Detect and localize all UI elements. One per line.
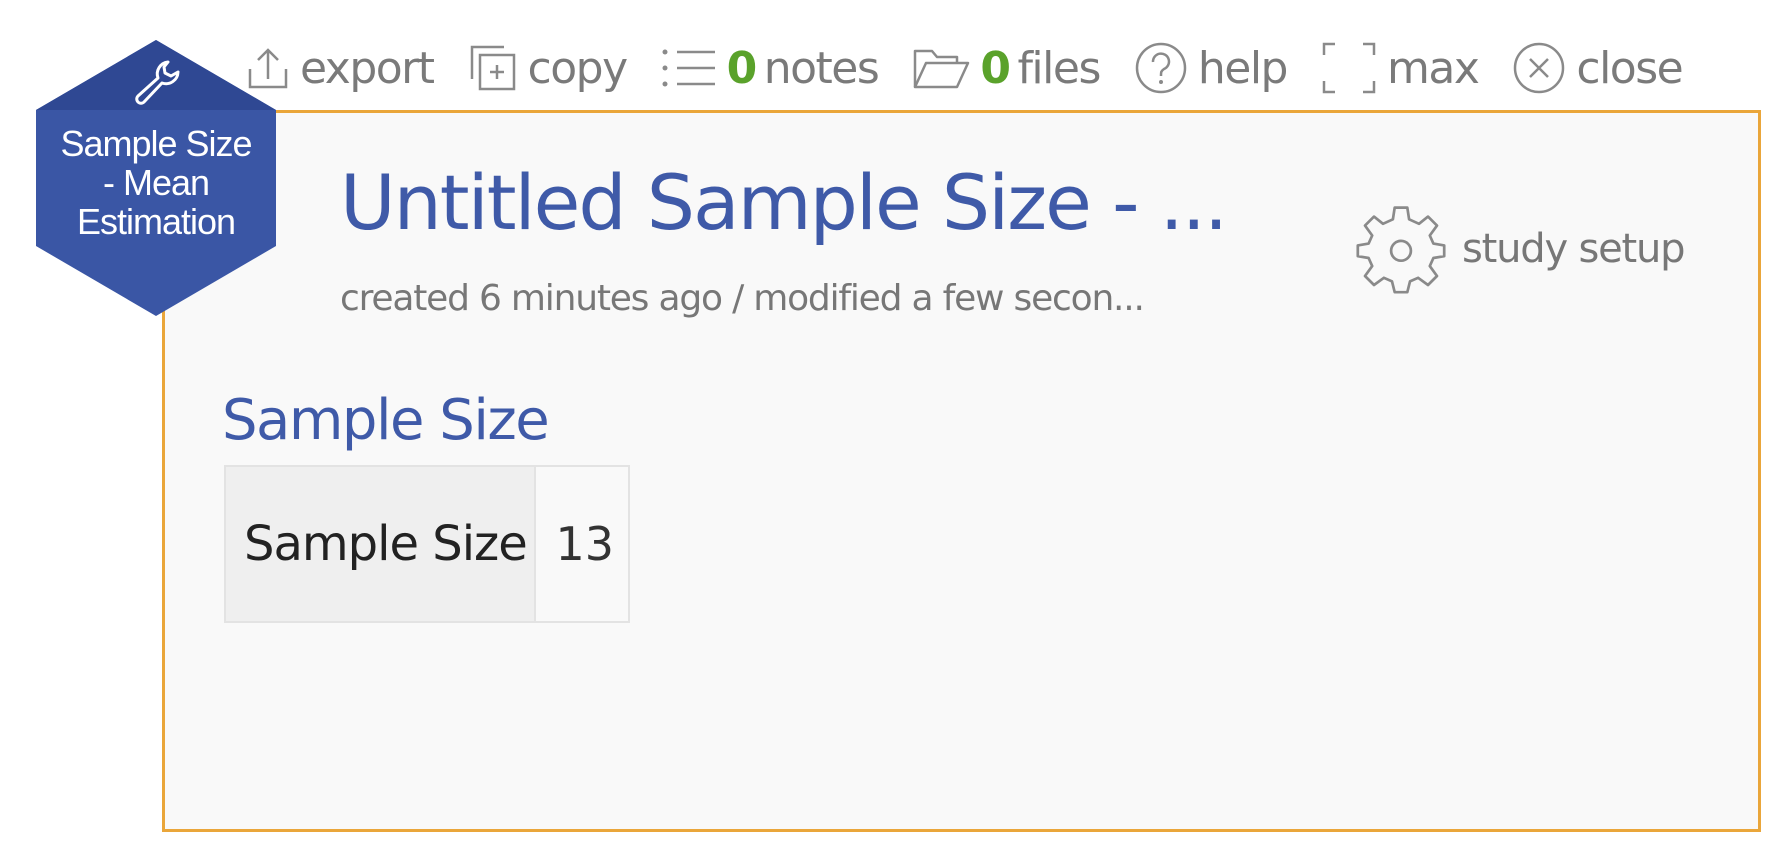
help-icon bbox=[1135, 42, 1187, 94]
maximize-button[interactable]: max bbox=[1321, 41, 1480, 95]
tool-badge-label: Sample Size - Mean Estimation bbox=[34, 124, 278, 241]
notes-button[interactable]: 0 notes bbox=[661, 42, 880, 94]
window-toolbar: export copy 0 notes 0 files help max clo… bbox=[246, 40, 1684, 96]
copy-icon bbox=[470, 45, 515, 91]
copy-label: copy bbox=[527, 42, 629, 94]
study-setup-label: study setup bbox=[1462, 226, 1686, 272]
study-timestamps: created 6 minutes ago / modified a few s… bbox=[340, 278, 1145, 319]
gear-icon bbox=[1356, 206, 1446, 294]
section-title-sample-size: Sample Size bbox=[222, 388, 550, 453]
maximize-label: max bbox=[1387, 42, 1480, 94]
help-button[interactable]: help bbox=[1134, 41, 1289, 95]
study-setup-button[interactable]: study setup bbox=[1356, 204, 1686, 294]
export-label: export bbox=[300, 42, 435, 94]
close-button[interactable]: close bbox=[1512, 41, 1684, 95]
copy-button[interactable]: copy bbox=[468, 42, 629, 94]
notes-count: 0 bbox=[726, 42, 758, 94]
list-icon bbox=[662, 49, 715, 87]
result-value: 13 bbox=[534, 465, 630, 623]
files-label: files bbox=[1017, 42, 1101, 94]
result-label: Sample Size bbox=[224, 465, 536, 623]
tool-badge: Sample Size - Mean Estimation bbox=[34, 38, 278, 318]
notes-label: notes bbox=[763, 42, 880, 94]
help-label: help bbox=[1197, 42, 1289, 94]
close-icon bbox=[1514, 42, 1565, 94]
badge-line-1: Sample Size bbox=[60, 123, 252, 164]
files-button[interactable]: 0 files bbox=[912, 42, 1101, 94]
files-count: 0 bbox=[980, 42, 1011, 94]
results-table: Sample Size 13 bbox=[224, 465, 630, 623]
wrench-icon bbox=[135, 60, 180, 105]
close-label: close bbox=[1576, 42, 1683, 94]
badge-line-2: - Mean bbox=[102, 162, 210, 203]
badge-line-3: Estimation bbox=[76, 201, 236, 242]
table-row: Sample Size 13 bbox=[224, 465, 630, 623]
folder-open-icon bbox=[914, 49, 970, 89]
maximize-icon bbox=[1322, 42, 1376, 94]
study-title[interactable]: Untitled Sample Size - ... bbox=[340, 158, 1228, 247]
